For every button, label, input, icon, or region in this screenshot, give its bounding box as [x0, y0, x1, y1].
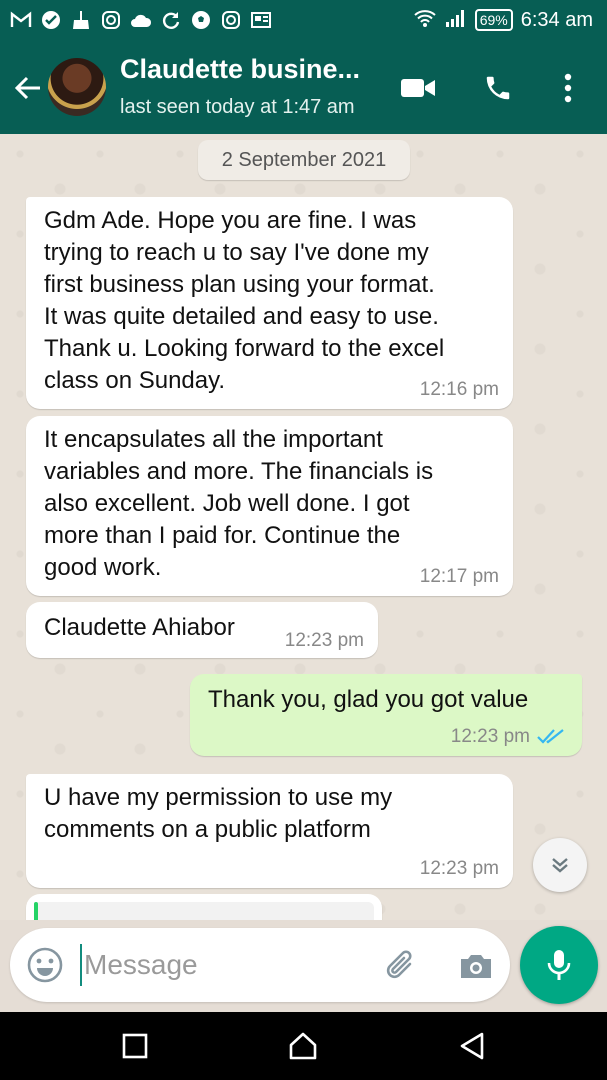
- broom-icon: [70, 9, 92, 31]
- notification-icons: [10, 8, 272, 32]
- system-nav-bar: [0, 1012, 607, 1080]
- message-text: Thank you, glad you got value: [208, 686, 529, 713]
- signal-icon: [445, 8, 467, 33]
- read-receipt-icon: [537, 729, 564, 744]
- voice-call-button[interactable]: [478, 68, 518, 108]
- message-bubble-partial[interactable]: [26, 894, 382, 920]
- sync-icon: [160, 9, 182, 31]
- message-time: 12:16 pm: [419, 379, 499, 400]
- camera-icon: [461, 955, 491, 978]
- message-time: 12:17 pm: [419, 566, 499, 587]
- avatar[interactable]: [48, 58, 106, 116]
- emoji-icon: [27, 947, 63, 983]
- last-seen-status: last seen today at 1:47 am: [120, 96, 355, 118]
- system-indicators: 69% 6:34 am: [413, 7, 593, 33]
- microphone-icon: [547, 950, 571, 980]
- message-composer: [10, 928, 510, 1002]
- square-icon: [122, 1033, 148, 1059]
- message-bubble-incoming[interactable]: U have my permission to use my comments …: [26, 774, 513, 888]
- newspaper-icon: [250, 9, 272, 31]
- paperclip-icon: [386, 950, 412, 979]
- message-input[interactable]: [80, 944, 370, 986]
- date-chip: 2 September 2021: [198, 140, 410, 180]
- emoji-button[interactable]: [26, 946, 64, 984]
- gmail-icon: [10, 9, 32, 31]
- chat-header: Claudette busine... last seen today at 1…: [0, 40, 607, 134]
- clock: 6:34 am: [520, 8, 593, 31]
- more-options-button[interactable]: [548, 68, 588, 108]
- message-text: It encapsulates all the important variab…: [44, 426, 434, 581]
- attach-button[interactable]: [382, 946, 422, 986]
- message-time: 12:23 pm: [419, 858, 499, 879]
- message-bubble-outgoing[interactable]: Thank you, glad you got value 12:23 pm: [190, 674, 582, 756]
- video-camera-icon: [401, 79, 435, 97]
- triangle-back-icon: [460, 1032, 484, 1060]
- home-icon: [289, 1032, 317, 1060]
- wifi-icon: [413, 8, 437, 33]
- chat-area[interactable]: 2 September 2021 Gdm Ade. Hope you are f…: [0, 134, 607, 920]
- instagram-icon: [100, 9, 122, 31]
- video-call-button[interactable]: [398, 68, 438, 108]
- back-arrow-icon: [14, 76, 40, 100]
- cloud-icon: [130, 9, 152, 31]
- kebab-menu-icon: [564, 73, 572, 103]
- message-time: 12:23 pm: [450, 726, 530, 747]
- scroll-to-bottom-button[interactable]: [533, 838, 587, 892]
- message-text: U have my permission to use my comments …: [44, 784, 393, 843]
- message-bubble-incoming[interactable]: Claudette Ahiabor 12:23 pm: [26, 602, 378, 658]
- quoted-reply: [34, 902, 374, 920]
- message-bubble-incoming[interactable]: It encapsulates all the important variab…: [26, 416, 513, 596]
- contact-name[interactable]: Claudette busine...: [120, 54, 390, 85]
- message-text: Gdm Ade. Hope you are fine. I was trying…: [44, 207, 445, 394]
- camera-button[interactable]: [456, 946, 496, 986]
- status-bar: 69% 6:34 am: [0, 0, 607, 40]
- phone-icon: [486, 76, 510, 100]
- soccer-ball-icon: [190, 9, 212, 31]
- quote-accent-bar: [34, 902, 38, 920]
- back-button[interactable]: [10, 70, 46, 106]
- voice-message-button[interactable]: [520, 926, 598, 1004]
- recent-apps-button[interactable]: [117, 1028, 153, 1064]
- back-nav-button[interactable]: [454, 1028, 490, 1064]
- check-circle-icon: [40, 9, 62, 31]
- home-button[interactable]: [285, 1028, 321, 1064]
- instagram-icon: [220, 9, 242, 31]
- message-time: 12:23 pm: [284, 630, 364, 651]
- battery-level: 69%: [474, 9, 513, 31]
- message-text: Claudette Ahiabor: [44, 614, 235, 641]
- double-chevron-down-icon: [552, 858, 568, 873]
- message-bubble-incoming[interactable]: Gdm Ade. Hope you are fine. I was trying…: [26, 197, 513, 409]
